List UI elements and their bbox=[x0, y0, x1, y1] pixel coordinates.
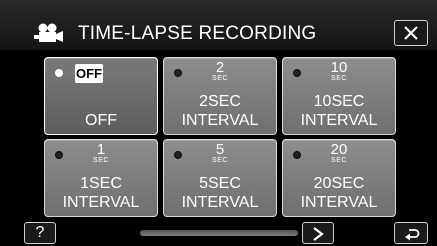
option-label: 2SEC bbox=[199, 93, 241, 110]
option-sublabel: INTERVAL bbox=[181, 194, 259, 211]
interval-number: 5 bbox=[215, 141, 225, 158]
interval-unit: SEC bbox=[93, 157, 109, 164]
interval-unit: SEC bbox=[331, 157, 347, 164]
off-badge: OFF bbox=[75, 64, 103, 83]
option-label: OFF bbox=[85, 112, 117, 129]
interval-unit: SEC bbox=[331, 75, 347, 82]
option-10sec[interactable]: 10 SEC 10SEC INTERVAL bbox=[282, 57, 396, 135]
page-scroll-track[interactable] bbox=[140, 230, 298, 236]
option-sublabel: INTERVAL bbox=[300, 112, 378, 129]
footer-bar: ? bbox=[0, 218, 437, 246]
option-label: 10SEC bbox=[313, 93, 365, 110]
option-label: 5SEC bbox=[199, 175, 241, 192]
option-sublabel: INTERVAL bbox=[181, 112, 259, 129]
interval-number: 1 bbox=[96, 141, 106, 158]
option-off[interactable]: OFF OFF bbox=[44, 57, 158, 135]
selection-indicator bbox=[55, 69, 63, 77]
interval-unit: SEC bbox=[212, 157, 228, 164]
interval-number: 2 bbox=[215, 59, 225, 76]
next-page-button[interactable] bbox=[302, 222, 334, 244]
option-sublabel: INTERVAL bbox=[300, 194, 378, 211]
help-button[interactable]: ? bbox=[24, 222, 56, 244]
close-icon bbox=[404, 26, 418, 40]
return-arrow-icon bbox=[405, 229, 420, 241]
page-title: TIME-LAPSE RECORDING bbox=[78, 23, 317, 44]
interval-number: 20 bbox=[330, 141, 348, 158]
close-button[interactable] bbox=[394, 20, 428, 46]
header-bar: TIME-LAPSE RECORDING bbox=[0, 0, 437, 50]
option-2sec[interactable]: 2 SEC 2SEC INTERVAL bbox=[163, 57, 277, 135]
option-label: 20SEC bbox=[313, 175, 365, 192]
video-camera-icon bbox=[34, 23, 63, 42]
interval-unit: SEC bbox=[212, 75, 228, 82]
option-label: 1SEC bbox=[80, 175, 122, 192]
chevron-right-icon bbox=[313, 227, 324, 241]
option-1sec[interactable]: 1 SEC 1SEC INTERVAL bbox=[44, 139, 158, 217]
option-20sec[interactable]: 20 SEC 20SEC INTERVAL bbox=[282, 139, 396, 217]
option-sublabel: INTERVAL bbox=[62, 194, 140, 211]
option-5sec[interactable]: 5 SEC 5SEC INTERVAL bbox=[163, 139, 277, 217]
back-button[interactable] bbox=[394, 222, 428, 244]
interval-number: 10 bbox=[330, 59, 348, 76]
